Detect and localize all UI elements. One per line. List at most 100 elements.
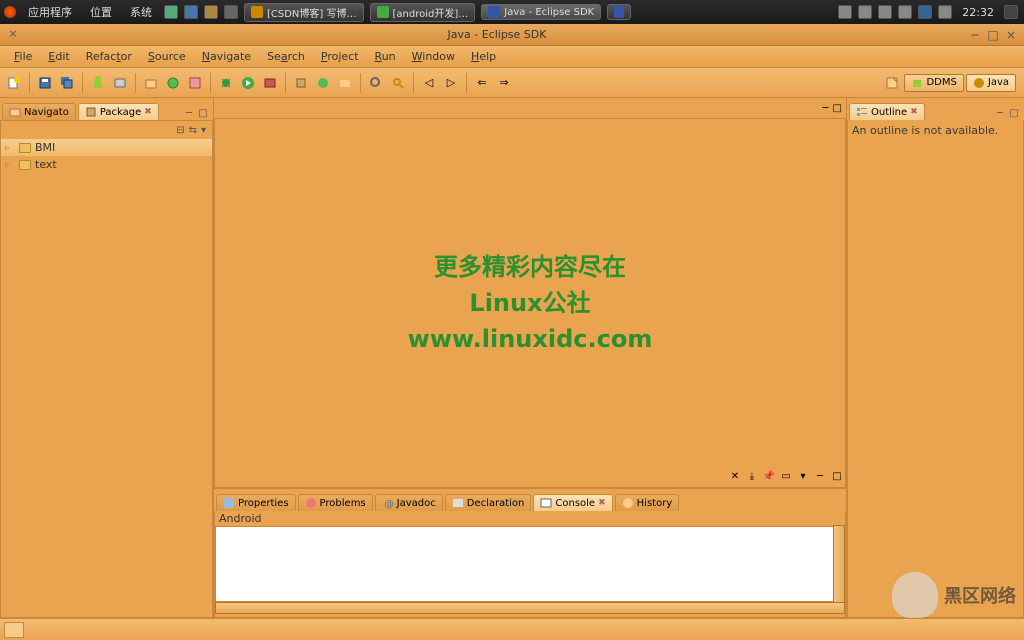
launcher-icon[interactable]: [164, 5, 178, 19]
avd-button[interactable]: [110, 73, 130, 93]
tab-console[interactable]: Console✖: [533, 494, 612, 511]
task-csdn[interactable]: [CSDN博客] 写博…: [244, 3, 364, 22]
task-eclipse[interactable]: Java - Eclipse SDK: [481, 4, 601, 20]
menu-refactor[interactable]: Refactor: [78, 48, 140, 65]
main-area: Navigato Package ✖ ─ □ ⊟ ⇆ ▾ ▹: [0, 98, 1024, 618]
save-button[interactable]: [35, 73, 55, 93]
run-ext-button[interactable]: [260, 73, 280, 93]
minimize-icon[interactable]: ─: [823, 103, 829, 114]
close-icon[interactable]: ✖: [910, 107, 918, 117]
new-project-button[interactable]: [141, 73, 161, 93]
console-output[interactable]: [215, 526, 845, 602]
new-class-button[interactable]: [163, 73, 183, 93]
project-tree[interactable]: ▹ BMI ▹ text: [1, 139, 212, 617]
menu-window[interactable]: Window: [404, 48, 463, 65]
apps-menu[interactable]: 应用程序: [22, 2, 78, 22]
maximize-icon[interactable]: □: [197, 108, 209, 120]
outline-view: An outline is not available.: [847, 120, 1024, 618]
new-pkg-button[interactable]: [291, 73, 311, 93]
pin-icon[interactable]: 📌: [762, 469, 776, 483]
minimize-icon[interactable]: ─: [183, 108, 195, 120]
shutdown-icon[interactable]: [1004, 5, 1018, 19]
clear-console-icon[interactable]: ✕: [728, 469, 742, 483]
collapse-all-icon[interactable]: ⊟: [176, 125, 184, 136]
tray-icon[interactable]: [878, 5, 892, 19]
tab-declaration[interactable]: Declaration: [445, 494, 532, 511]
status-box[interactable]: [4, 622, 24, 638]
menu-run[interactable]: Run: [367, 48, 404, 65]
menu-help[interactable]: Help: [463, 48, 504, 65]
tab-problems[interactable]: Problems: [298, 494, 373, 511]
places-menu[interactable]: 位置: [84, 2, 118, 22]
perspective-ddms[interactable]: DDMS: [904, 74, 963, 92]
menu-project[interactable]: Project: [313, 48, 367, 65]
maximize-icon[interactable]: □: [1008, 108, 1020, 120]
scrollbar-horizontal[interactable]: [215, 602, 845, 614]
new-folder-button[interactable]: [335, 73, 355, 93]
editor-area[interactable]: 更多精彩内容尽在 Linux公社 www.linuxidc.com ↖: [214, 118, 846, 488]
nav-next-button[interactable]: ▷: [441, 73, 461, 93]
menu-file[interactable]: File: [6, 48, 40, 65]
run-button[interactable]: [238, 73, 258, 93]
clock[interactable]: 22:32: [958, 6, 998, 19]
launcher-icon[interactable]: [184, 5, 198, 19]
tray-icon[interactable]: [858, 5, 872, 19]
back-button[interactable]: ⇐: [472, 73, 492, 93]
project-icon: [19, 160, 31, 170]
search-button[interactable]: [388, 73, 408, 93]
tray-icon[interactable]: [898, 5, 912, 19]
tab-history[interactable]: History: [615, 494, 680, 511]
minimize-icon[interactable]: ─: [813, 469, 827, 483]
launcher-icon[interactable]: [224, 5, 238, 19]
menu-source[interactable]: Source: [140, 48, 194, 65]
window-close-button[interactable]: ×: [4, 27, 22, 43]
debug-button[interactable]: [216, 73, 236, 93]
window-close-button-2[interactable]: ×: [1004, 28, 1018, 42]
tree-item-text[interactable]: ▹ text: [1, 156, 212, 173]
window-maximize-button[interactable]: □: [986, 28, 1000, 42]
window-title: Java - Eclipse SDK: [26, 28, 968, 41]
task-other[interactable]: [607, 4, 631, 20]
launcher-icon[interactable]: [204, 5, 218, 19]
display-icon[interactable]: ▭: [779, 469, 793, 483]
open-perspective-button[interactable]: [882, 73, 902, 93]
task-android[interactable]: [android开发]…: [370, 3, 476, 22]
scrollbar-vertical[interactable]: [833, 525, 845, 605]
tab-navigator[interactable]: Navigato: [2, 103, 76, 120]
tray-icon[interactable]: [838, 5, 852, 19]
menu-navigate[interactable]: Navigate: [194, 48, 259, 65]
open-type-button[interactable]: [366, 73, 386, 93]
network-icon[interactable]: [918, 5, 932, 19]
view-menu-icon[interactable]: ▾: [201, 125, 206, 136]
new-button[interactable]: [4, 73, 24, 93]
window-minimize-button[interactable]: ─: [968, 28, 982, 42]
perspective-java[interactable]: Java: [966, 74, 1016, 92]
menu-search[interactable]: Search: [259, 48, 313, 65]
os-taskbar: 应用程序 位置 系统 [CSDN博客] 写博… [android开发]… Jav…: [0, 0, 1024, 24]
close-icon[interactable]: ✖: [598, 498, 606, 508]
volume-icon[interactable]: [938, 5, 952, 19]
menu-edit[interactable]: Edit: [40, 48, 77, 65]
android-sdk-button[interactable]: [88, 73, 108, 93]
tree-item-bmi[interactable]: ▹ BMI: [1, 139, 212, 156]
close-icon[interactable]: ✖: [144, 107, 152, 117]
open-console-icon[interactable]: ▾: [796, 469, 810, 483]
package-explorer-view: ⊟ ⇆ ▾ ▹ BMI ▹ text: [0, 120, 213, 618]
link-editor-icon[interactable]: ⇆: [189, 125, 197, 136]
new-class2-button[interactable]: [313, 73, 333, 93]
system-menu[interactable]: 系统: [124, 2, 158, 22]
expand-icon[interactable]: ▹: [5, 160, 10, 170]
minimize-icon[interactable]: ─: [994, 108, 1006, 120]
new-xml-button[interactable]: [185, 73, 205, 93]
forward-button[interactable]: ⇒: [494, 73, 514, 93]
nav-last-button[interactable]: ◁: [419, 73, 439, 93]
tab-package-explorer[interactable]: Package ✖: [78, 103, 159, 120]
save-all-button[interactable]: [57, 73, 77, 93]
tab-properties[interactable]: Properties: [216, 494, 296, 511]
maximize-icon[interactable]: □: [833, 103, 842, 114]
expand-icon[interactable]: ▹: [5, 143, 10, 153]
tab-outline[interactable]: Outline ✖: [849, 103, 925, 120]
tab-javadoc[interactable]: @Javadoc: [375, 494, 443, 511]
scroll-lock-icon[interactable]: ⤓: [745, 469, 759, 483]
maximize-icon[interactable]: □: [830, 469, 844, 483]
